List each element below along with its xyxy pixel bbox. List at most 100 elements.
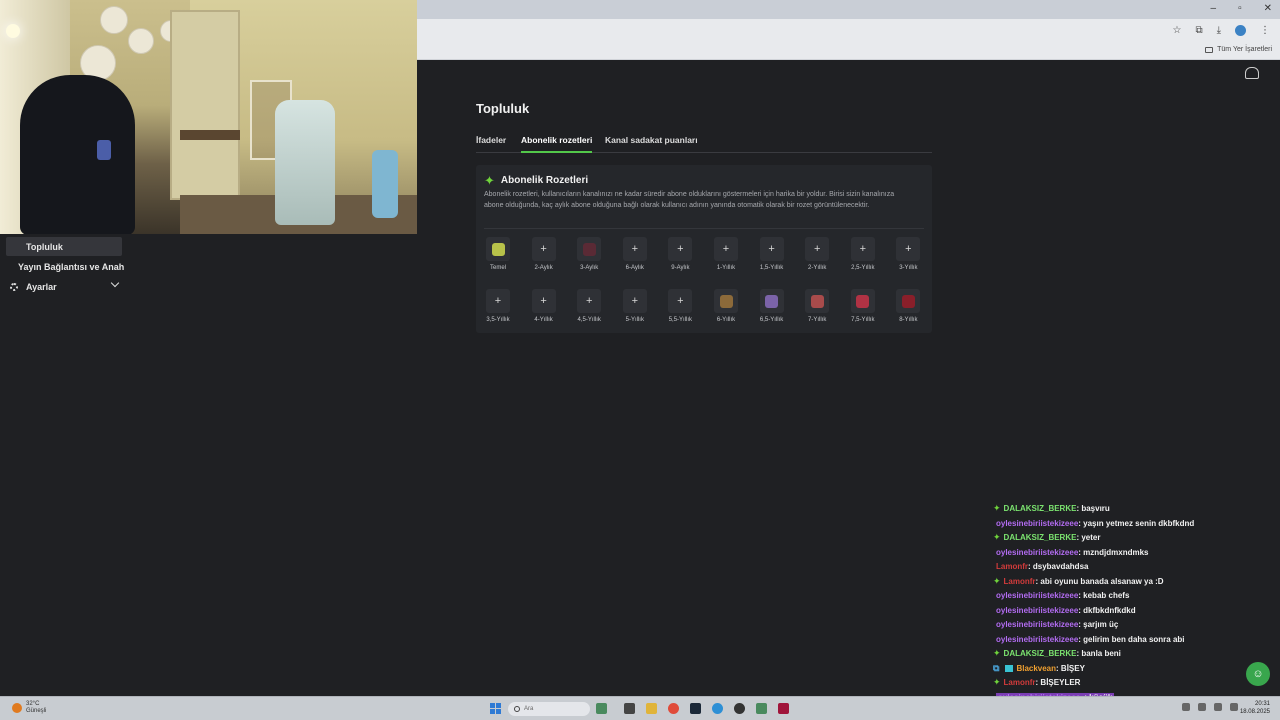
plus-icon: + [896,237,921,261]
chat-username[interactable]: Lamonfr [1004,577,1036,586]
tab-emotes[interactable]: İfadeler [476,135,506,153]
chat-username[interactable]: oylesinebiriistekizeee [996,620,1078,629]
badge-label: 2-Yıllık [808,265,827,271]
notifications-icon[interactable] [1245,67,1259,79]
chrome-icon[interactable] [668,703,679,714]
badge-slot[interactable]: +2,5-Yıllık [849,237,877,271]
minimize-icon[interactable]: – [1211,3,1217,14]
badge-slot[interactable]: Temel [484,237,512,271]
chat-message: ✦ DALAKSIZ_BERKE: banla beni [990,647,1121,660]
steam-icon[interactable] [690,703,701,714]
badge-slot[interactable]: +9-Aylık [666,237,694,271]
badge-image [850,289,875,313]
menu-kebab-icon[interactable]: ⋮ [1260,25,1270,36]
task-view-icon[interactable] [624,703,635,714]
badge-label: 2-Aylık [534,265,553,271]
sidebar-item-settings[interactable]: Ayarlar [6,277,122,296]
profile-avatar[interactable] [1235,25,1246,36]
weather-widget[interactable]: 32°C Güneşli [12,701,46,715]
chat-message: oylesinebiriistekizeee: mzndjdmxndmks [990,546,1149,559]
chat-username[interactable]: oylesinebiriistekizeee [996,519,1078,528]
badge-slot[interactable]: +2-Aylık [530,237,558,271]
sidebar-item-stream-key[interactable]: Yayın Bağlantısı ve Anahtarı [6,257,124,276]
badge-slot[interactable]: +1,5-Yıllık [758,237,786,271]
badge-icon [765,294,779,308]
plus-icon: + [622,237,647,261]
chat-username[interactable]: Lamonfr [1004,678,1036,687]
subscription-badges-card: ✦ Abonelik Rozetleri Abonelik rozetleri,… [476,165,932,333]
start-button[interactable] [490,703,501,714]
chat-username[interactable]: oylesinebiriistekizeee [996,606,1078,615]
sub-badge-icon: ✦ [993,532,1001,542]
maximize-icon[interactable]: ▫ [1238,3,1242,14]
sidebar-item-topluluk[interactable]: Topluluk [6,237,122,256]
tab-channel-points[interactable]: Kanal sadakat puanları [605,135,698,153]
chat-username[interactable]: Blackvean [1016,664,1056,673]
plus-icon: + [714,237,738,261]
app-icon[interactable] [756,703,767,714]
mic-icon[interactable] [1198,703,1206,711]
badge-label: 6-Aylık [625,265,644,271]
folder-icon [1205,46,1214,53]
browser-titlebar: – ▫ ✕ [417,0,1280,19]
close-icon[interactable]: ✕ [1264,3,1272,14]
badge-icon [901,294,915,308]
badge-label: 6,5-Yıllık [759,317,784,323]
badge-slot[interactable]: 6,5-Yıllık [758,289,786,323]
app-red-icon[interactable] [778,703,789,714]
badge-icon [582,242,596,256]
chat-username[interactable]: DALAKSIZ_BERKE [1004,504,1077,513]
badge-slot[interactable]: +4,5-Yıllık [575,289,603,323]
edge-icon[interactable] [712,703,723,714]
badge-slot[interactable]: +5-Yıllık [621,289,649,323]
bookmark-star-icon[interactable]: ☆ [1172,25,1181,36]
chat-username[interactable]: oylesinebiriistekizeee [996,548,1078,557]
chat-support-button[interactable]: ☺ [1246,662,1270,686]
search-icon [514,706,520,712]
taskbar-search[interactable]: Ara [508,702,590,716]
badge-label: Temel [489,265,506,271]
chat-username[interactable]: Lamonfr [996,562,1028,571]
badge-slot[interactable]: +4-Yıllık [530,289,558,323]
badge-slot[interactable]: 7-Yıllık [803,289,831,323]
screen: – ▫ ✕ ☆ ⧉ ⤓ ⋮ Tüm Yer İşaretleri Toplulu… [0,0,1280,720]
file-explorer-icon[interactable] [646,703,657,714]
chat-text: : başvıru [1076,504,1110,513]
battery-icon[interactable] [1230,703,1238,711]
widgets-icon[interactable] [596,703,607,714]
network-icon[interactable] [1182,703,1190,711]
badge-icon [856,294,870,308]
badge-icon [491,242,505,256]
chat-username[interactable]: DALAKSIZ_BERKE [1004,649,1077,658]
all-bookmarks-button[interactable]: Tüm Yer İşaretleri [1205,46,1272,53]
bookmarks-bar: Tüm Yer İşaretleri [417,44,1280,60]
chat-username[interactable]: oylesinebiriistekizeee [996,591,1078,600]
chat-badge-icon [1005,664,1014,672]
card-description: Abonelik rozetleri, kullanıcıların kanal… [484,191,895,209]
badge-slot[interactable]: +5,5-Yıllık [666,289,694,323]
badge-slot[interactable]: +1-Yıllık [712,237,740,271]
extensions-icon[interactable]: ⧉ [1195,25,1202,36]
tab-sub-badges[interactable]: Abonelik rozetleri [521,135,593,153]
plus-icon: + [805,237,830,261]
badge-slot[interactable]: +6-Aylık [621,237,649,271]
badge-label: 4-Yıllık [534,317,553,323]
plus-icon: + [531,289,556,313]
download-icon[interactable]: ⤓ [1217,25,1221,36]
badge-slot[interactable]: 7,5-Yıllık [849,289,877,323]
obs-icon[interactable] [734,703,745,714]
badge-slot[interactable]: +3,5-Yıllık [484,289,512,323]
badge-slot[interactable]: 3-Aylık [575,237,603,271]
badge-slot[interactable]: +2-Yıllık [803,237,831,271]
chat-username[interactable]: oylesinebiriistekizeee [996,635,1078,644]
chat-username[interactable]: DALAKSIZ_BERKE [1004,533,1077,542]
badge-image [714,289,738,313]
badge-label: 7,5-Yıllık [851,317,875,323]
chat-message: ⧉ Blackvean: BİŞEY [990,662,1085,675]
badge-slot[interactable]: +3-Yıllık [894,237,922,271]
badge-slot[interactable]: 8-Yıllık [894,289,922,323]
sparkle-icon: ✦ [484,173,495,188]
clock[interactable]: 20:31 18.08.2025 [1240,700,1270,716]
badge-slot[interactable]: 6-Yıllık [712,289,740,323]
speaker-icon[interactable] [1214,703,1222,711]
